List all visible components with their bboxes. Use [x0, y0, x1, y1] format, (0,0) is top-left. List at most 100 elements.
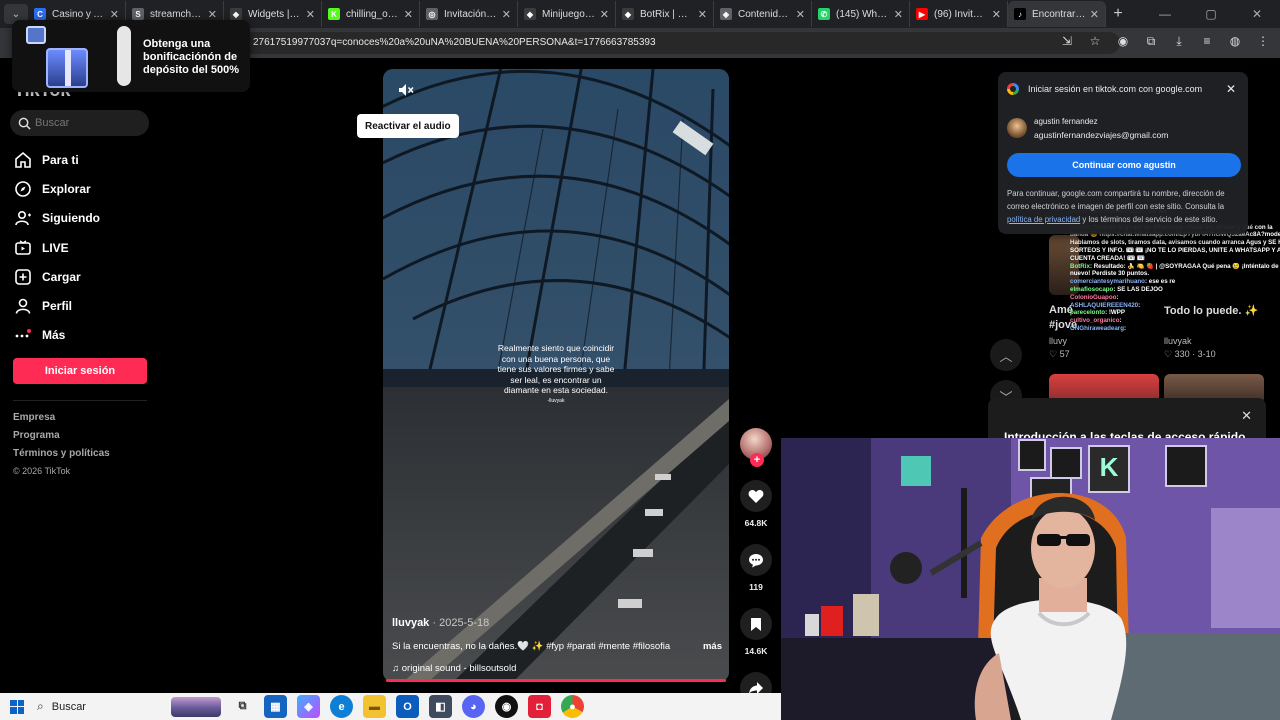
windows-start-icon[interactable]: [10, 699, 24, 714]
file-explorer-icon[interactable]: ▬: [363, 695, 386, 718]
tab-close-icon[interactable]: ✕: [992, 8, 1001, 21]
nav-item-explorar[interactable]: Explorar: [14, 174, 154, 203]
nav-label: Siguiendo: [42, 211, 100, 226]
save-action[interactable]: 14.6K: [739, 608, 773, 656]
video-progress-bar[interactable]: [386, 679, 726, 682]
media-app-icon[interactable]: ◘: [528, 695, 551, 718]
close-icon[interactable]: ✕: [1226, 82, 1236, 96]
obs-icon[interactable]: ◉: [495, 695, 518, 718]
tab-close-icon[interactable]: ✕: [306, 8, 315, 21]
previous-video-button[interactable]: ︿: [990, 339, 1022, 371]
nav-item-cargar[interactable]: Cargar: [14, 262, 154, 291]
browser-tab[interactable]: ◎ Invitación a gr ✕: [420, 1, 518, 27]
browser-tab[interactable]: ◆ BotRix | Sorteo ✕: [616, 1, 714, 27]
browser-tab[interactable]: ◈ Contenido Chat ✕: [714, 1, 812, 27]
nav-item-mas[interactable]: Más: [14, 321, 154, 350]
chat-message: ONGhiraweadearg:: [1070, 325, 1280, 333]
footer-link-terminos[interactable]: Términos y políticas: [13, 448, 110, 466]
browser-tab[interactable]: ▶ (96) Invitada ✕: [910, 1, 1008, 27]
tab-favicon-icon: S: [132, 8, 144, 20]
chat-message: elmafiosocapo: SE LAS DEJOO: [1070, 286, 1280, 294]
video-sound[interactable]: ♫ original sound - billsoutsold: [392, 663, 722, 674]
copilot-icon[interactable]: ◈: [297, 695, 320, 718]
chat-message: comerciantesymarihuano: ese es re: [1070, 278, 1280, 286]
task-view-icon[interactable]: ⧉: [231, 695, 254, 718]
browser-tab[interactable]: ♪ Encontrar a un ✕: [1008, 1, 1106, 27]
nav-item-live[interactable]: LIVE: [14, 233, 154, 262]
install-app-icon[interactable]: ⇲: [1060, 34, 1074, 48]
search-box[interactable]: [10, 110, 149, 136]
account-email: agustinfernandezviajes@gmail.com: [1034, 130, 1169, 140]
chat-text: nuevo! Perdiste 30 puntos.: [1070, 270, 1150, 278]
recommended-author-2[interactable]: lluvyak: [1164, 336, 1192, 346]
browser-tab[interactable]: ✆ (145) WhatsApp ✕: [812, 1, 910, 27]
close-icon[interactable]: ✕: [1241, 408, 1252, 424]
edge-icon[interactable]: e: [330, 695, 353, 718]
comment-icon[interactable]: [740, 544, 772, 576]
tab-close-icon[interactable]: ✕: [698, 8, 707, 21]
taskbar-search[interactable]: ⌕ Buscar: [37, 696, 177, 718]
comment-action[interactable]: 119: [739, 544, 773, 592]
follow-plus-icon[interactable]: +: [750, 453, 764, 467]
app-icon-dark[interactable]: ◧: [429, 695, 452, 718]
new-tab-button[interactable]: +: [1106, 5, 1130, 23]
profile-avatar-icon[interactable]: ◍: [1228, 34, 1242, 48]
gift-box-icon: [46, 48, 88, 88]
action-column: + 64.8K 119 14.6K 7412: [739, 428, 773, 720]
minimize-button[interactable]: —: [1142, 0, 1188, 28]
save-count: 14.6K: [744, 646, 768, 656]
muted-speaker-icon[interactable]: [395, 80, 417, 100]
recommended-author-1[interactable]: lluvy: [1049, 336, 1067, 346]
close-window-button[interactable]: ✕: [1234, 0, 1280, 28]
tab-close-icon[interactable]: ✕: [110, 8, 119, 21]
tab-close-icon[interactable]: ✕: [1090, 8, 1099, 21]
tab-close-icon[interactable]: ✕: [796, 8, 805, 21]
store-app-icon[interactable]: ▦: [264, 695, 287, 718]
chat-username: parecelonto: [1070, 309, 1106, 317]
footer-link-empresa[interactable]: Empresa: [13, 412, 110, 430]
outlook-icon[interactable]: O: [396, 695, 419, 718]
casino-promo-banner[interactable]: Obtenga una bonificaciónón de depósito d…: [12, 20, 250, 92]
footer-link-programa[interactable]: Programa: [13, 430, 110, 448]
taskbar-widget-scene[interactable]: [171, 696, 221, 717]
extension-icon[interactable]: ◉: [1116, 34, 1130, 48]
promo-side-controls[interactable]: [117, 26, 131, 86]
search-input[interactable]: [35, 117, 145, 129]
nav-item-siguiendo[interactable]: Siguiendo: [14, 204, 154, 233]
like-action[interactable]: 64.8K: [739, 480, 773, 528]
tab-favicon-icon: K: [328, 8, 340, 20]
nav-label: Más: [42, 328, 66, 343]
bookmark-star-icon[interactable]: ☆: [1088, 34, 1102, 48]
download-icon[interactable]: ⤓: [1172, 34, 1186, 48]
nav-footer: Empresa Programa Términos y políticas © …: [13, 412, 110, 484]
tab-favicon-icon: ◎: [426, 8, 438, 20]
continue-as-button[interactable]: Continuar como agustin: [1007, 153, 1241, 177]
playlist-icon[interactable]: ≡: [1200, 34, 1214, 48]
login-button[interactable]: Iniciar sesión: [13, 358, 147, 384]
video-description: Si la encuentras, no la dañes.🤍 ✨ #fyp #…: [392, 641, 722, 652]
discord-icon[interactable]: ◕: [462, 695, 485, 718]
menu-dots-icon[interactable]: ⋮: [1256, 34, 1270, 48]
more-link[interactable]: más: [703, 641, 722, 652]
toolbar-icons: ⇲ ☆ ◉ ⧉ ⤓ ≡ ◍ ⋮: [1060, 34, 1270, 49]
browser-tab[interactable]: ◆ Minijuegos | El ✕: [518, 1, 616, 27]
tab-close-icon[interactable]: ✕: [600, 8, 609, 21]
tab-close-icon[interactable]: ✕: [208, 8, 217, 21]
tab-close-icon[interactable]: ✕: [502, 8, 511, 21]
chat-message: ColonioGuapoo:: [1070, 294, 1280, 302]
bookmark-icon[interactable]: [740, 608, 772, 640]
chat-text: Hablamos de slots, tiramos data, avisamo…: [1070, 239, 1280, 247]
chrome-icon[interactable]: ●: [561, 695, 584, 718]
browser-tab[interactable]: Kchilling_og St ✕: [322, 1, 420, 27]
nav-item-perfil[interactable]: Perfil: [14, 291, 154, 320]
tab-close-icon[interactable]: ✕: [404, 8, 413, 21]
heart-icon[interactable]: [740, 480, 772, 512]
nav-item-para-ti[interactable]: Para ti: [14, 145, 154, 174]
tab-favicon-icon: ✆: [818, 8, 830, 20]
privacy-policy-link[interactable]: política de privacidad: [1007, 215, 1080, 224]
maximize-button[interactable]: ▢: [1188, 0, 1234, 28]
creator-avatar[interactable]: +: [740, 428, 772, 467]
puzzle-icon[interactable]: ⧉: [1144, 34, 1158, 48]
tab-close-icon[interactable]: ✕: [894, 8, 903, 21]
video-author[interactable]: lluvyak · 2025-5-18: [392, 617, 722, 629]
